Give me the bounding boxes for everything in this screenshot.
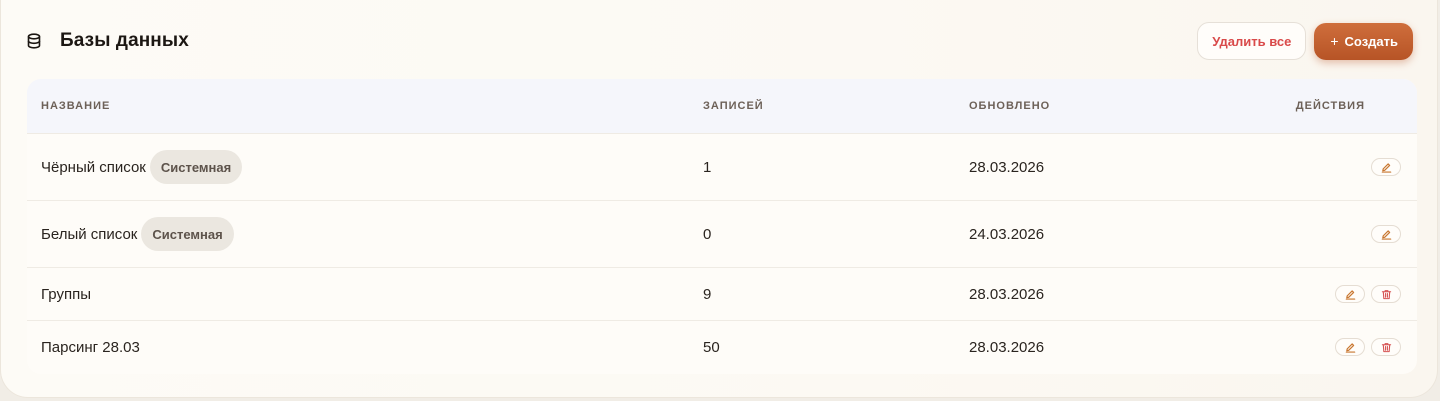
- updated-date: 28.03.2026: [969, 285, 1045, 303]
- row-actions: [1371, 158, 1401, 176]
- system-badge: Системная: [141, 217, 234, 251]
- updated-date: 28.03.2026: [969, 158, 1045, 176]
- table-row[interactable]: Чёрный список Системная 1 28.03.2026: [27, 133, 1417, 200]
- edit-button[interactable]: [1335, 338, 1365, 356]
- table-row[interactable]: Белый список Системная 0 24.03.2026: [27, 200, 1417, 267]
- table-row[interactable]: Группы 9 28.03.2026: [27, 267, 1417, 320]
- system-badge: Системная: [149, 150, 243, 184]
- column-header-actions: ДЕЙСТВИЯ: [1295, 100, 1365, 112]
- delete-button[interactable]: [1371, 285, 1401, 303]
- edit-button[interactable]: [1371, 225, 1401, 243]
- record-count: 1: [703, 158, 712, 176]
- plus-icon: +: [1330, 33, 1339, 49]
- pencil-icon: [1381, 229, 1391, 240]
- record-count: 50: [703, 338, 720, 356]
- panel-header: Базы данных Удалить все + Создать: [25, 22, 1413, 60]
- table-row[interactable]: Парсинг 28.03 50 28.03.2026: [27, 320, 1417, 373]
- pencil-icon: [1345, 289, 1355, 300]
- trash-icon: [1381, 342, 1391, 352]
- databases-panel: Базы данных Удалить все + Создать НАЗВАН…: [0, 0, 1438, 398]
- create-button-label: Создать: [1344, 33, 1398, 49]
- updated-date: 28.03.2026: [969, 338, 1045, 356]
- trash-icon: [1381, 289, 1391, 299]
- column-header-name: НАЗВАНИЕ: [41, 100, 111, 112]
- row-actions: [1371, 225, 1401, 243]
- database-name: Чёрный список: [41, 158, 146, 176]
- database-icon: [25, 32, 43, 50]
- delete-all-button[interactable]: Удалить все: [1197, 22, 1307, 60]
- record-count: 9: [703, 285, 712, 303]
- create-button[interactable]: + Создать: [1314, 22, 1413, 60]
- databases-table: НАЗВАНИЕ ЗАПИСЕЙ ОБНОВЛЕНО ДЕЙСТВИЯ Чёрн…: [27, 79, 1417, 374]
- delete-button[interactable]: [1371, 338, 1401, 356]
- table-header: НАЗВАНИЕ ЗАПИСЕЙ ОБНОВЛЕНО ДЕЙСТВИЯ: [27, 79, 1417, 133]
- page-title: Базы данных: [60, 30, 189, 51]
- database-name: Группы: [41, 285, 91, 303]
- database-name: Парсинг 28.03: [41, 338, 140, 356]
- pencil-icon: [1345, 342, 1355, 353]
- record-count: 0: [703, 225, 712, 243]
- row-actions: [1335, 338, 1401, 356]
- column-header-count: ЗАПИСЕЙ: [703, 100, 764, 112]
- column-header-updated: ОБНОВЛЕНО: [969, 100, 1051, 112]
- database-name: Белый список: [41, 225, 138, 243]
- updated-date: 24.03.2026: [969, 225, 1045, 243]
- edit-button[interactable]: [1371, 158, 1401, 176]
- header-actions: Удалить все + Создать: [1197, 22, 1413, 60]
- row-actions: [1335, 285, 1401, 303]
- pencil-icon: [1381, 162, 1391, 173]
- edit-button[interactable]: [1335, 285, 1365, 303]
